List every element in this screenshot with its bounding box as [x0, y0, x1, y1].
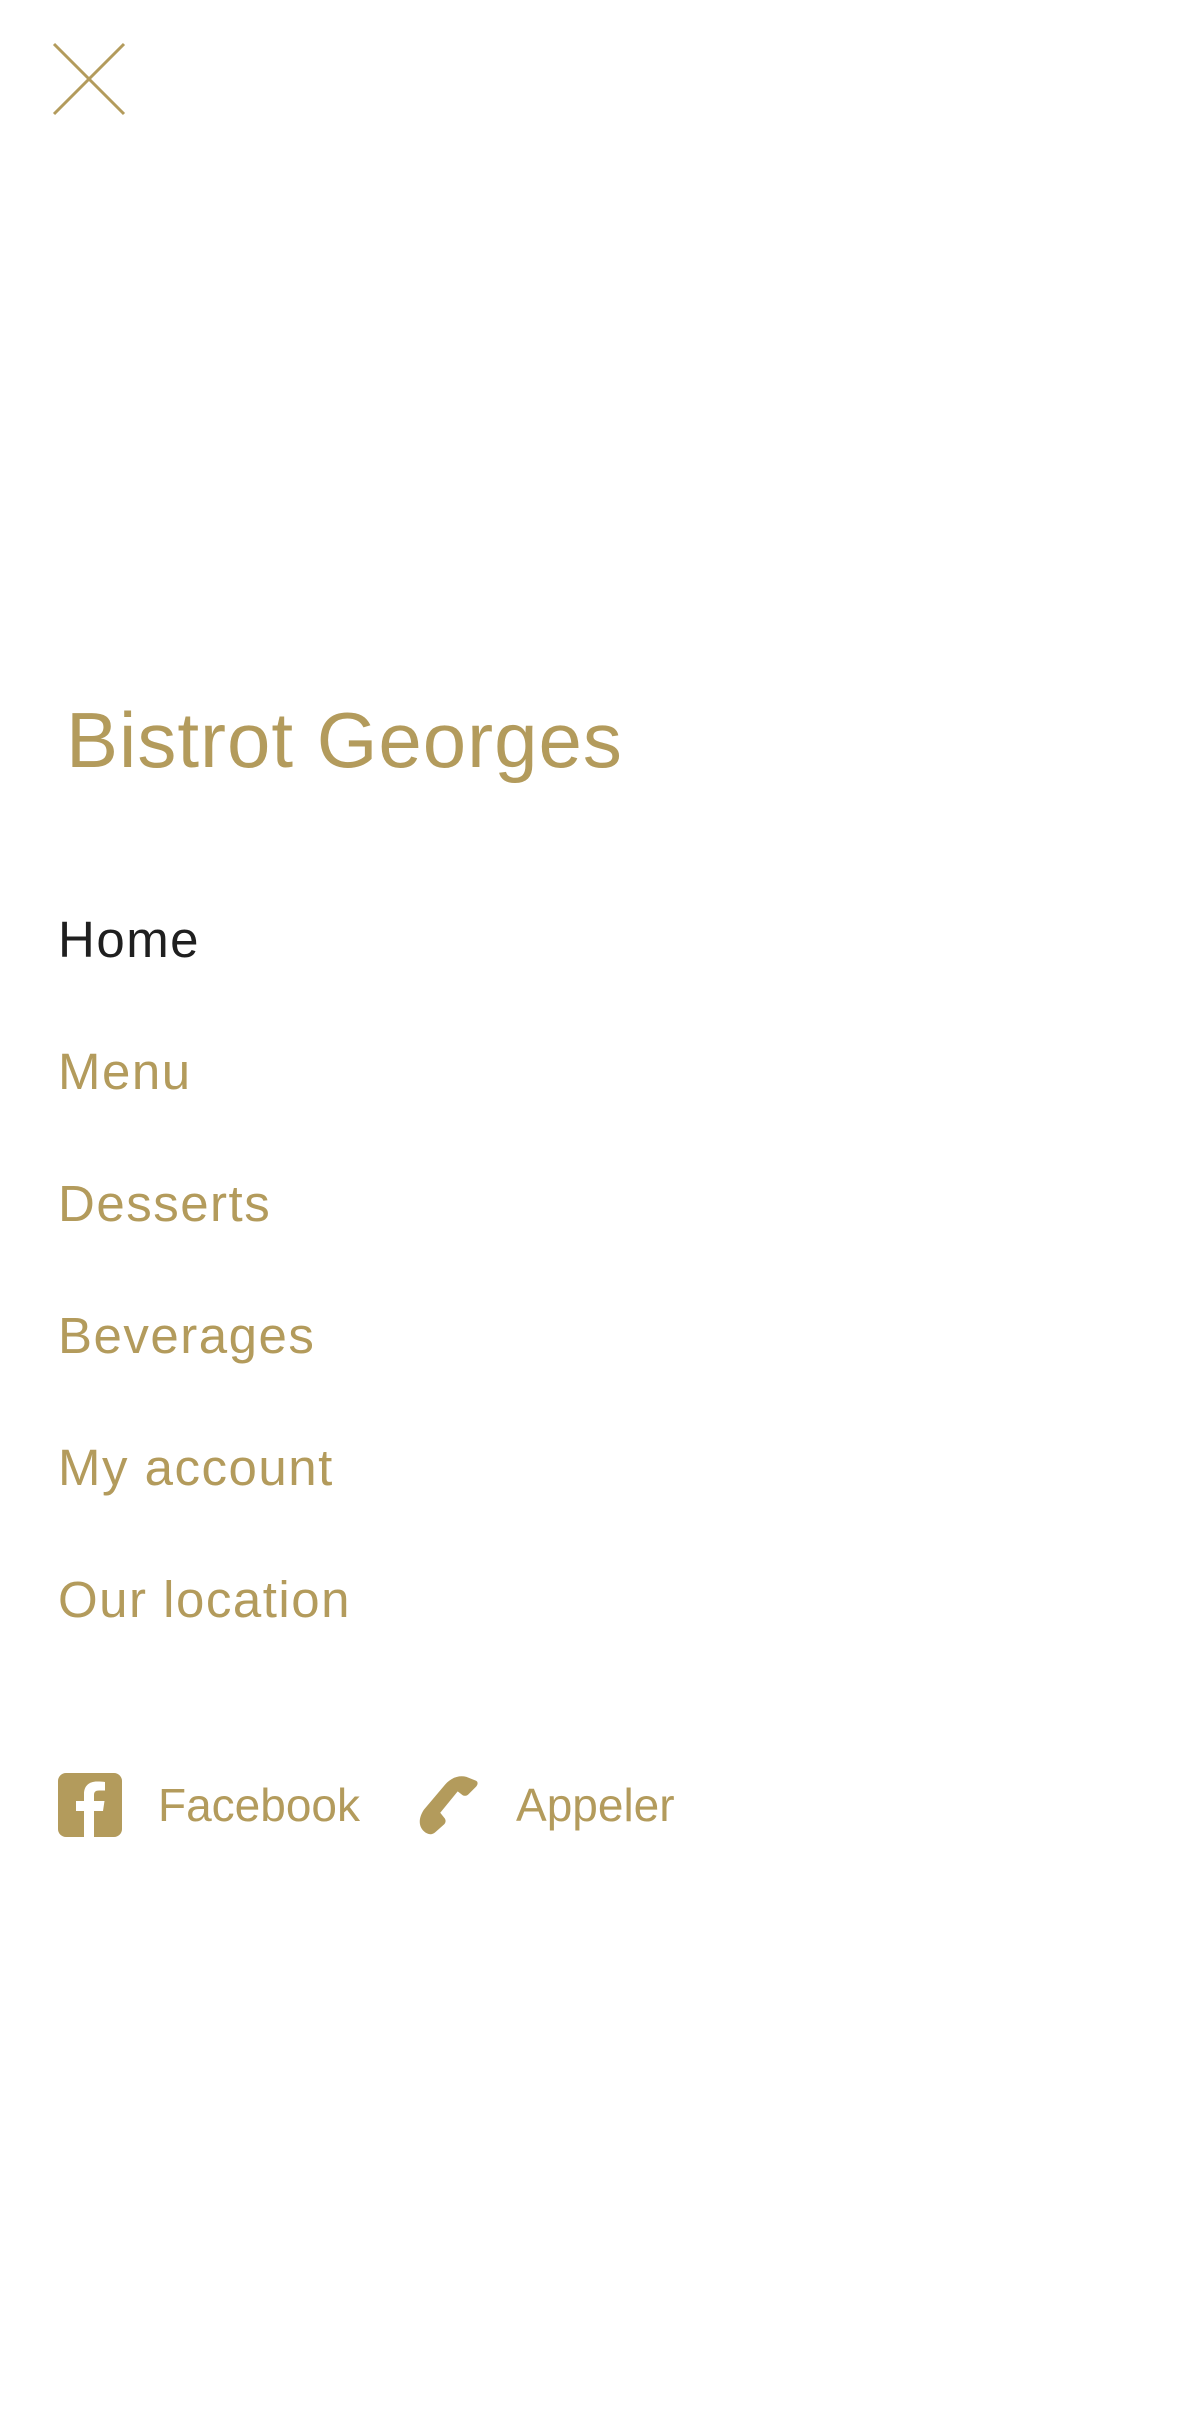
- close-button[interactable]: [48, 40, 128, 120]
- social-links: Facebook Appeler: [58, 1770, 675, 1840]
- nav-item-my-account[interactable]: My account: [58, 1423, 351, 1555]
- facebook-icon: [58, 1773, 122, 1837]
- restaurant-name: Bistrot Georges: [66, 696, 623, 784]
- nav-item-menu[interactable]: Menu: [58, 1027, 351, 1159]
- call-label: Appeler: [516, 1779, 675, 1831]
- facebook-label: Facebook: [158, 1779, 361, 1831]
- call-link[interactable]: Appeler: [416, 1773, 675, 1837]
- nav-item-beverages[interactable]: Beverages: [58, 1291, 351, 1423]
- phone-icon: [416, 1773, 480, 1837]
- nav-item-home[interactable]: Home: [58, 895, 351, 1027]
- main-navigation: Home Menu Desserts Beverages My account …: [58, 895, 351, 1687]
- facebook-link[interactable]: Facebook: [58, 1773, 360, 1837]
- nav-item-desserts[interactable]: Desserts: [58, 1159, 351, 1291]
- close-icon: [52, 42, 126, 116]
- nav-item-our-location[interactable]: Our location: [58, 1555, 351, 1687]
